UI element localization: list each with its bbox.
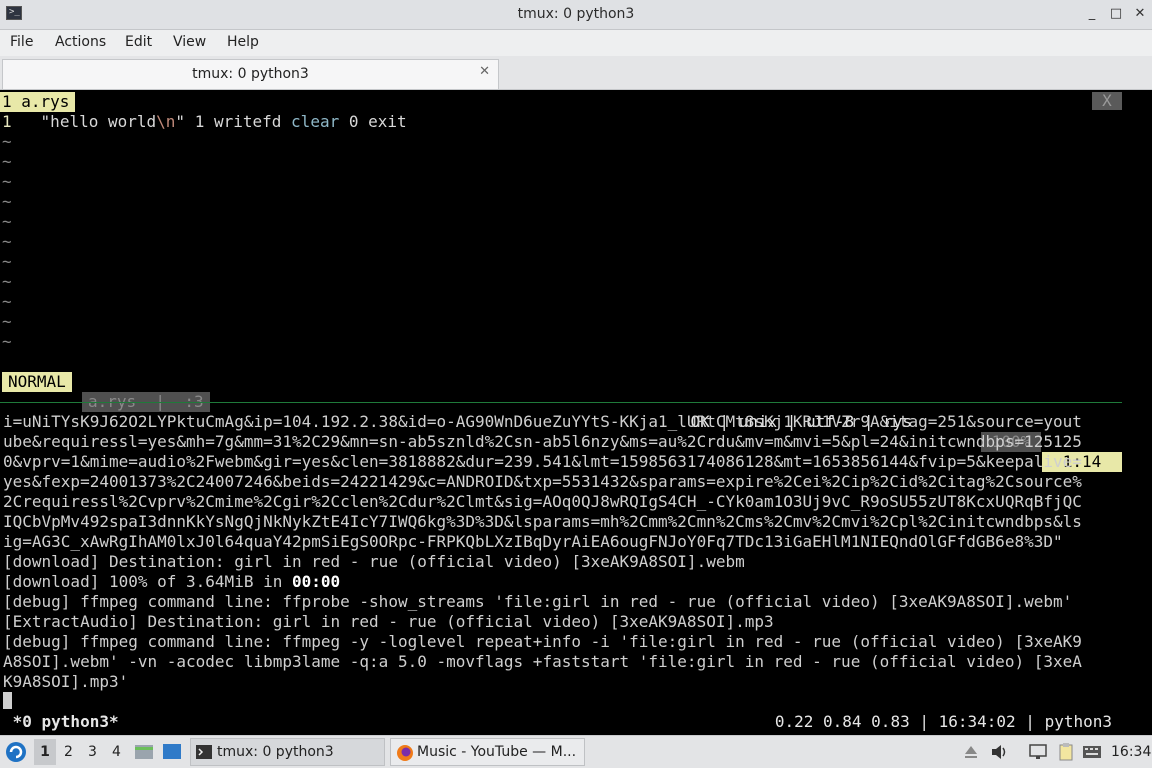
editor-statusline: NORMAL a.rys | :3 OK | unix | utf-8 | ry…: [0, 352, 1122, 472]
tmux-window-name[interactable]: *0 python3*: [3, 712, 119, 732]
minimize-button[interactable]: _: [1082, 4, 1102, 24]
empty-line-tilde: ~: [2, 192, 12, 211]
shell-output: i=uNiTYsK9J62O2LYPktuCmAg&ip=104.192.2.3…: [3, 412, 1122, 692]
network-icon[interactable]: [1028, 743, 1048, 761]
desktop-icon[interactable]: [162, 742, 182, 762]
empty-line-tilde: ~: [2, 212, 12, 231]
empty-line-tilde: ~: [2, 232, 12, 251]
empty-line-tilde: ~: [2, 312, 12, 331]
workspace-2[interactable]: 2: [64, 744, 73, 760]
terminal-area[interactable]: 1 a.rys X 1 "hello world\n" 1 writefd cl…: [0, 90, 1122, 735]
menu-file[interactable]: File: [10, 34, 33, 50]
output-line: [debug] ffmpeg command line: ffprobe -sh…: [3, 592, 1073, 611]
task-label: Music - YouTube — M...: [417, 744, 577, 760]
task-tmux[interactable]: tmux: 0 python3: [190, 738, 385, 766]
number-literal: 1: [194, 112, 205, 131]
output-line: IQCbVpMv492spaI3dnnKkYsNgQjNkNykZtE4IcY7…: [3, 512, 1082, 531]
taskbar: 1 2 3 4 tmux: 0 python3 Music - YouTube …: [0, 735, 1152, 768]
window-titlebar: >_ tmux: 0 python3 _ □ ✕: [0, 0, 1152, 30]
empty-line-tilde: ~: [2, 332, 12, 351]
workspace-3[interactable]: 3: [88, 744, 97, 760]
output-line: yes&fexp=24001373%2C24007246&beids=24221…: [3, 472, 1082, 491]
empty-line-tilde: ~: [2, 272, 12, 291]
editor-line-1: 1 "hello world\n" 1 writefd clear 0 exit: [2, 112, 407, 132]
eject-icon[interactable]: [962, 743, 980, 761]
terminal-cursor: [3, 692, 12, 709]
string-literal-end: ": [175, 112, 186, 131]
menu-edit[interactable]: Edit: [125, 34, 152, 50]
tab-close-icon[interactable]: ✕: [479, 64, 490, 79]
output-line: [debug] ffmpeg command line: ffmpeg -y -…: [3, 632, 1082, 651]
output-line: 0&vprv=1&mime=audio%2Fwebm&gir=yes&clen=…: [3, 452, 1082, 471]
download-progress-text: [download] 100% of 3.64MiB in: [3, 572, 292, 591]
output-line: A8SOI].webm' -vn -acodec libmp3lame -q:a…: [3, 652, 1082, 671]
empty-line-tilde: ~: [2, 252, 12, 271]
task-label: tmux: 0 python3: [217, 744, 334, 760]
menu-help[interactable]: Help: [227, 34, 259, 50]
workspace-4[interactable]: 4: [112, 744, 121, 760]
workspace-1[interactable]: 1: [34, 739, 56, 765]
output-line: i=uNiTYsK9J62O2LYPktuCmAg&ip=104.192.2.3…: [3, 412, 1082, 431]
close-window-button[interactable]: ✕: [1130, 4, 1150, 24]
tmux-pane-divider[interactable]: [0, 402, 1122, 403]
line-number: 1: [2, 112, 12, 131]
output-line: ig=AG3C_xAwRgIhAM0lxJ0l64quaY42pmSiEgS0O…: [3, 532, 1063, 551]
start-menu-icon[interactable]: [5, 741, 27, 763]
terminal-task-icon: [196, 745, 212, 759]
window-title: tmux: 0 python3: [517, 6, 635, 22]
tab-label: tmux: 0 python3: [192, 66, 309, 82]
empty-line-tilde: ~: [2, 292, 12, 311]
maximize-button[interactable]: □: [1106, 4, 1126, 24]
output-line: K9A8SOI].mp3': [3, 672, 129, 691]
file-manager-icon[interactable]: [134, 742, 154, 762]
keyword-writefd: writefd: [213, 112, 282, 131]
tab-bar: tmux: 0 python3 ✕: [0, 56, 1152, 90]
empty-line-tilde: ~: [2, 172, 12, 191]
menu-view[interactable]: View: [173, 34, 206, 50]
tmux-status-right: 0.22 0.84 0.83 | 16:34:02 | python3: [774, 712, 1112, 731]
tmux-status-bar: *0 python3* 0.22 0.84 0.83 | 16:34:02 | p…: [0, 712, 1122, 732]
output-line: [download] 100% of 3.64MiB in 00:00: [3, 572, 1122, 592]
menu-bar: File Actions Edit View Help: [0, 30, 1152, 56]
firefox-icon: [397, 745, 413, 761]
empty-line-tilde: ~: [2, 132, 12, 151]
empty-line-tilde: ~: [2, 152, 12, 171]
keyword-exit: exit: [368, 112, 407, 131]
editor-buffer-close[interactable]: X: [1092, 92, 1122, 110]
output-line: ube&requiressl=yes&mh=7g&mm=31%2C29&mn=s…: [3, 432, 1082, 451]
terminal-scrollbar[interactable]: [1122, 90, 1152, 735]
output-line: [ExtractAudio] Destination: girl in red …: [3, 612, 774, 631]
keyboard-icon[interactable]: [1082, 743, 1102, 761]
string-literal: "hello world: [40, 112, 157, 131]
keyword-clear: clear: [291, 112, 340, 131]
task-youtube[interactable]: Music - YouTube — M...: [390, 738, 585, 766]
tab-tmux[interactable]: tmux: 0 python3 ✕: [2, 59, 499, 89]
editor-buffer-tab[interactable]: 1 a.rys: [0, 92, 76, 112]
volume-icon[interactable]: [990, 743, 1008, 761]
clock[interactable]: 16:34: [1111, 744, 1151, 760]
download-time: 00:00: [291, 572, 341, 591]
editor-mode: NORMAL: [2, 372, 72, 392]
menu-actions[interactable]: Actions: [55, 34, 106, 50]
escape-sequence: \n: [156, 112, 176, 131]
output-line: [download] Destination: girl in red - ru…: [3, 552, 745, 571]
output-line: 2Crequiressl%2Cvprv%2Cmime%2Cgir%2Cclen%…: [3, 492, 1082, 511]
clipboard-icon[interactable]: [1056, 742, 1076, 762]
number-literal-2: 0: [348, 112, 359, 131]
